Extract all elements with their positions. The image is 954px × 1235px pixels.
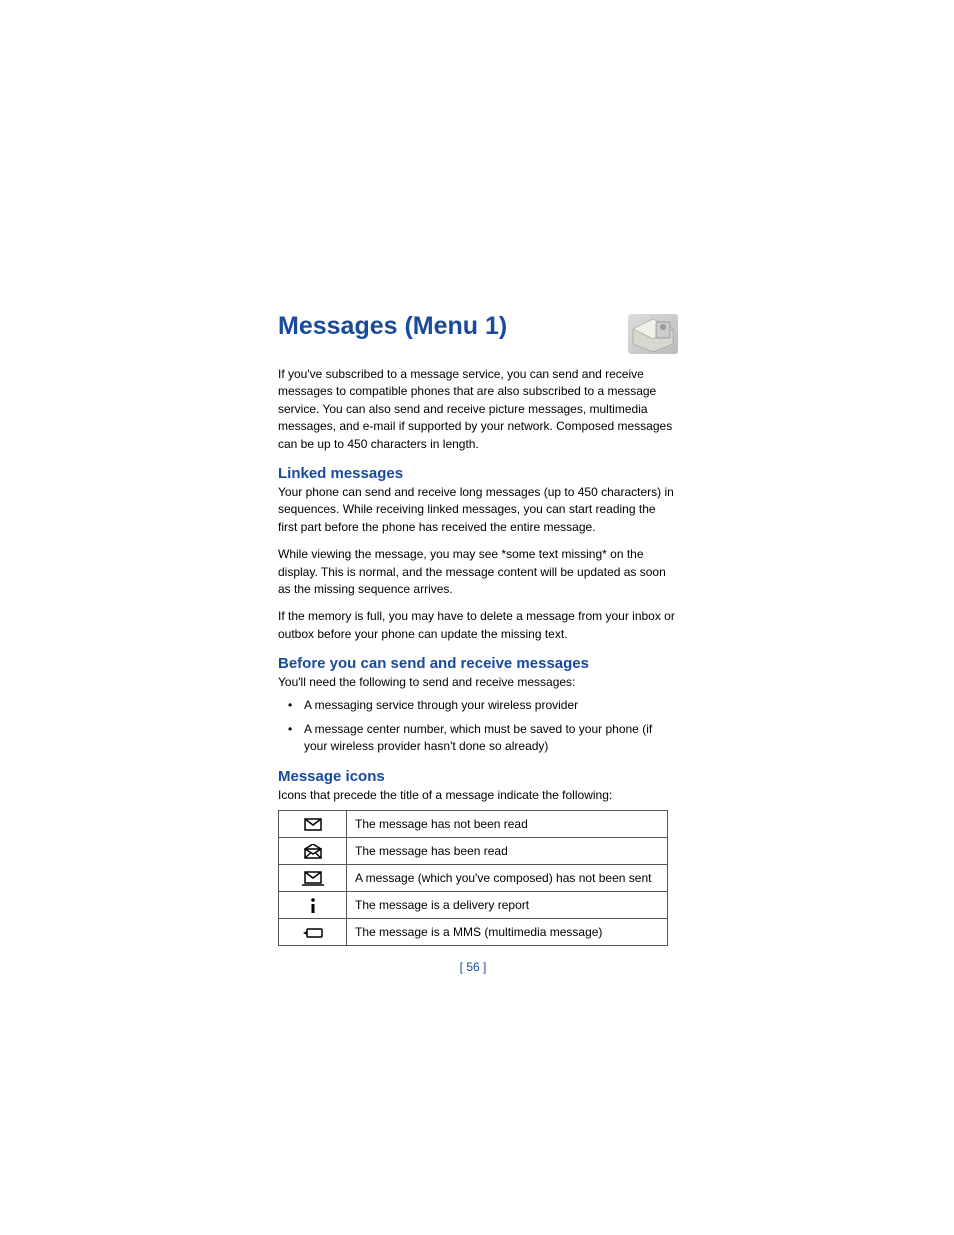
icon-cell (279, 865, 347, 892)
page-number: [ 56 ] (278, 960, 668, 974)
icon-desc: The message is a delivery report (347, 892, 668, 919)
info-icon (310, 897, 316, 912)
intro-paragraph: If you've subscribed to a message servic… (278, 366, 678, 453)
icon-desc: A message (which you've composed) has no… (347, 865, 668, 892)
table-row: The message is a delivery report (279, 892, 668, 919)
message-icons-table: The message has not been read The messag… (278, 810, 668, 946)
list-item: A messaging service through your wireles… (278, 697, 678, 714)
before-intro: You'll need the following to send and re… (278, 674, 678, 691)
linked-paragraph-2: While viewing the message, you may see *… (278, 546, 678, 598)
icon-desc: The message is a MMS (multimedia message… (347, 919, 668, 946)
list-item: A message center number, which must be s… (278, 721, 678, 756)
header-row: Messages (Menu 1) (278, 312, 678, 354)
mms-icon (303, 925, 323, 939)
section-title-icons: Message icons (278, 768, 678, 785)
table-row: The message has been read (279, 838, 668, 865)
linked-paragraph-1: Your phone can send and receive long mes… (278, 484, 678, 536)
before-bullet-list: A messaging service through your wireles… (278, 697, 678, 755)
page-title: Messages (Menu 1) (278, 312, 507, 341)
icon-cell (279, 838, 347, 865)
table-row: The message has not been read (279, 811, 668, 838)
messages-illustration (628, 314, 678, 354)
icons-intro: Icons that precede the title of a messag… (278, 787, 678, 804)
section-title-linked: Linked messages (278, 465, 678, 482)
section-title-before: Before you can send and receive messages (278, 655, 678, 672)
table-row: The message is a MMS (multimedia message… (279, 919, 668, 946)
linked-paragraph-3: If the memory is full, you may have to d… (278, 608, 678, 643)
table-row: A message (which you've composed) has no… (279, 865, 668, 892)
page-content: Messages (Menu 1) If you've subscribed t… (278, 312, 678, 974)
icon-cell (279, 919, 347, 946)
icon-desc: The message has not been read (347, 811, 668, 838)
envelope-outbox-icon (302, 870, 324, 885)
icon-cell (279, 892, 347, 919)
envelope-icon (304, 817, 322, 831)
icon-cell (279, 811, 347, 838)
icon-desc: The message has been read (347, 838, 668, 865)
envelope-open-icon (304, 843, 322, 858)
